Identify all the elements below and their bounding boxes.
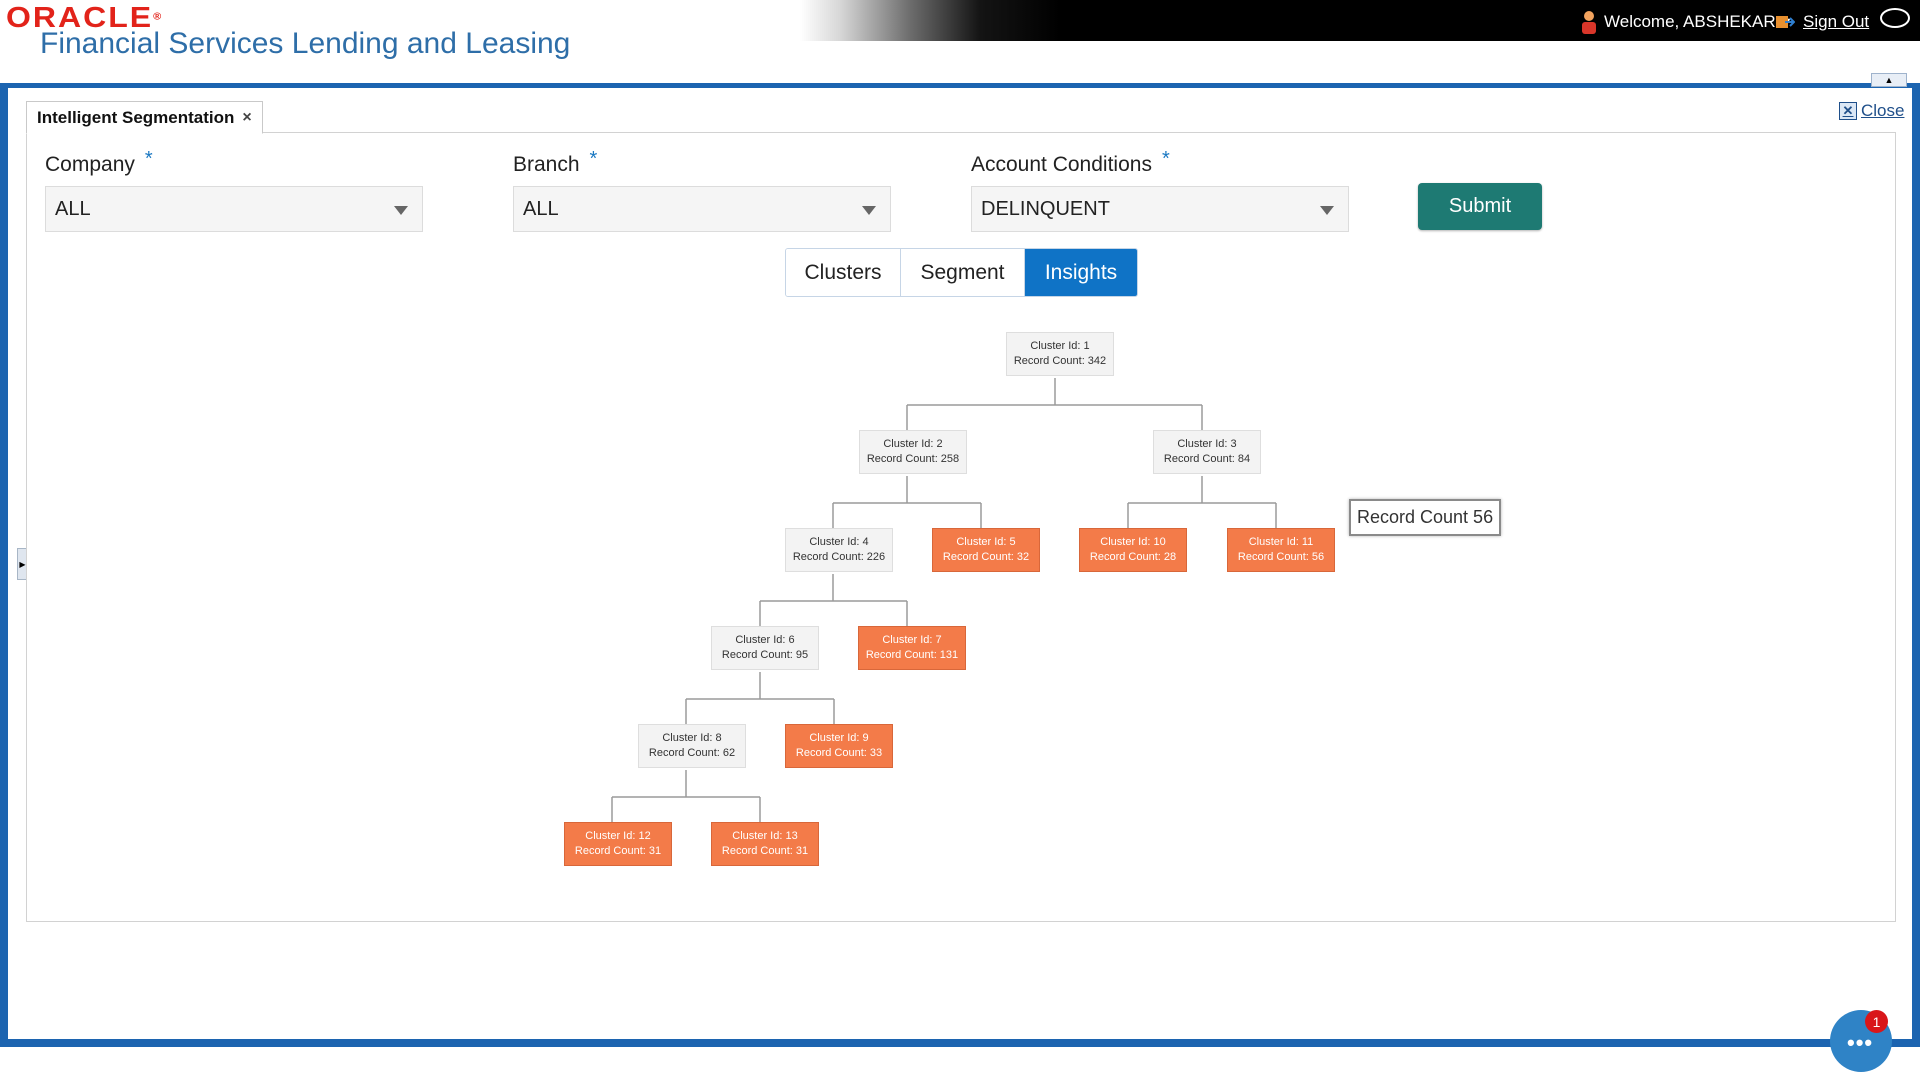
close-button[interactable]: ✕ Close — [1839, 101, 1904, 121]
node-cluster-id: Cluster Id: 4 — [809, 536, 869, 548]
node-cluster-id: Cluster Id: 11 — [1248, 536, 1314, 548]
close-tab-icon[interactable]: × — [242, 109, 251, 127]
tree-node-cluster-10[interactable]: Cluster Id: 10 Record Count: 28 — [1079, 528, 1187, 572]
view-switcher: Clusters Segment Insights — [785, 248, 1138, 297]
company-value: ALL — [55, 197, 91, 220]
close-label: Close — [1861, 101, 1905, 120]
collapse-header-button[interactable]: ▲ — [1871, 73, 1907, 87]
tree-node-cluster-6[interactable]: Cluster Id: 6 Record Count: 95 — [711, 626, 819, 670]
node-cluster-id: Cluster Id: 8 — [662, 732, 722, 744]
dropdown-arrow-icon — [1320, 206, 1334, 215]
tree-node-cluster-9[interactable]: Cluster Id: 9 Record Count: 33 — [785, 724, 893, 768]
node-record-count: Record Count: 131 — [865, 649, 959, 661]
sign-out-icon — [1776, 16, 1795, 28]
accessibility-icon[interactable] — [1880, 8, 1910, 28]
user-menu[interactable]: Welcome, ABSHEKAR ▼ — [1580, 10, 1793, 34]
tree-node-cluster-8[interactable]: Cluster Id: 8 Record Count: 62 — [638, 724, 746, 768]
node-record-count: Record Count: 28 — [1089, 551, 1177, 563]
node-cluster-id: Cluster Id: 5 — [956, 536, 1016, 548]
app-header: ORACLE® Financial Services Lending and L… — [0, 0, 1920, 85]
node-cluster-id: Cluster Id: 1 — [1030, 340, 1090, 352]
tree-node-cluster-3[interactable]: Cluster Id: 3 Record Count: 84 — [1153, 430, 1261, 474]
tree-node-cluster-2[interactable]: Cluster Id: 2 Record Count: 258 — [859, 430, 967, 474]
product-name: Financial Services Lending and Leasing — [40, 27, 571, 60]
chevron-up-icon: ▲ — [1884, 75, 1894, 85]
close-icon: ✕ — [1839, 102, 1857, 120]
node-record-count: Record Count: 31 — [574, 845, 662, 857]
node-cluster-id: Cluster Id: 6 — [735, 634, 795, 646]
tab-segment[interactable]: Segment — [901, 249, 1025, 296]
company-label: Company * — [45, 148, 153, 176]
tab-clusters[interactable]: Clusters — [786, 249, 901, 296]
branch-select[interactable]: ALL — [513, 186, 891, 232]
tree-node-cluster-12[interactable]: Cluster Id: 12 Record Count: 31 — [564, 822, 672, 866]
node-cluster-id: Cluster Id: 12 — [585, 830, 651, 842]
node-record-count: Record Count: 342 — [1013, 355, 1107, 367]
company-select[interactable]: ALL — [45, 186, 423, 232]
tree-node-cluster-13[interactable]: Cluster Id: 13 Record Count: 31 — [711, 822, 819, 866]
chevron-right-icon: ▶ — [19, 559, 26, 569]
account-conditions-value: DELINQUENT — [981, 197, 1110, 220]
tree-node-cluster-11[interactable]: Cluster Id: 11 Record Count: 56 — [1227, 528, 1335, 572]
node-record-count: Record Count: 226 — [792, 551, 886, 563]
node-cluster-id: Cluster Id: 7 — [882, 634, 942, 646]
node-record-count: Record Count: 56 — [1237, 551, 1325, 563]
tree-node-cluster-5[interactable]: Cluster Id: 5 Record Count: 32 — [932, 528, 1040, 572]
node-cluster-id: Cluster Id: 13 — [732, 830, 798, 842]
node-cluster-id: Cluster Id: 10 — [1100, 536, 1166, 548]
node-cluster-id: Cluster Id: 9 — [809, 732, 869, 744]
tab-intelligent-segmentation[interactable]: Intelligent Segmentation × — [26, 101, 263, 134]
node-record-count: Record Count: 84 — [1163, 453, 1251, 465]
node-record-count: Record Count: 32 — [942, 551, 1030, 563]
tree-node-cluster-1[interactable]: Cluster Id: 1 Record Count: 342 — [1006, 332, 1114, 376]
submit-button[interactable]: Submit — [1418, 183, 1542, 230]
node-record-count: Record Count: 95 — [721, 649, 809, 661]
tree-node-cluster-7[interactable]: Cluster Id: 7 Record Count: 131 — [858, 626, 966, 670]
dropdown-arrow-icon — [862, 206, 876, 215]
account-conditions-select[interactable]: DELINQUENT — [971, 186, 1349, 232]
node-cluster-id: Cluster Id: 3 — [1177, 438, 1237, 450]
user-icon — [1582, 11, 1596, 34]
dropdown-arrow-icon — [394, 206, 408, 215]
record-count-tooltip: Record Count 56 — [1349, 499, 1502, 536]
tab-title: Intelligent Segmentation — [37, 107, 235, 127]
node-record-count: Record Count: 33 — [795, 747, 883, 759]
node-cluster-id: Cluster Id: 2 — [883, 438, 943, 450]
branch-value: ALL — [523, 197, 559, 220]
account-conditions-label: Account Conditions * — [971, 148, 1170, 176]
tab-insights[interactable]: Insights — [1025, 249, 1137, 296]
node-record-count: Record Count: 258 — [866, 453, 960, 465]
branch-label: Branch * — [513, 148, 598, 176]
welcome-text: Welcome, ABSHEKAR — [1604, 12, 1776, 31]
sign-out-link[interactable]: Sign Out — [1775, 12, 1869, 32]
tree-node-cluster-4[interactable]: Cluster Id: 4 Record Count: 226 — [785, 528, 893, 572]
node-record-count: Record Count: 31 — [721, 845, 809, 857]
node-record-count: Record Count: 62 — [648, 747, 736, 759]
notification-badge: 1 — [1865, 1010, 1888, 1033]
chat-icon: ••• — [1847, 1030, 1874, 1055]
